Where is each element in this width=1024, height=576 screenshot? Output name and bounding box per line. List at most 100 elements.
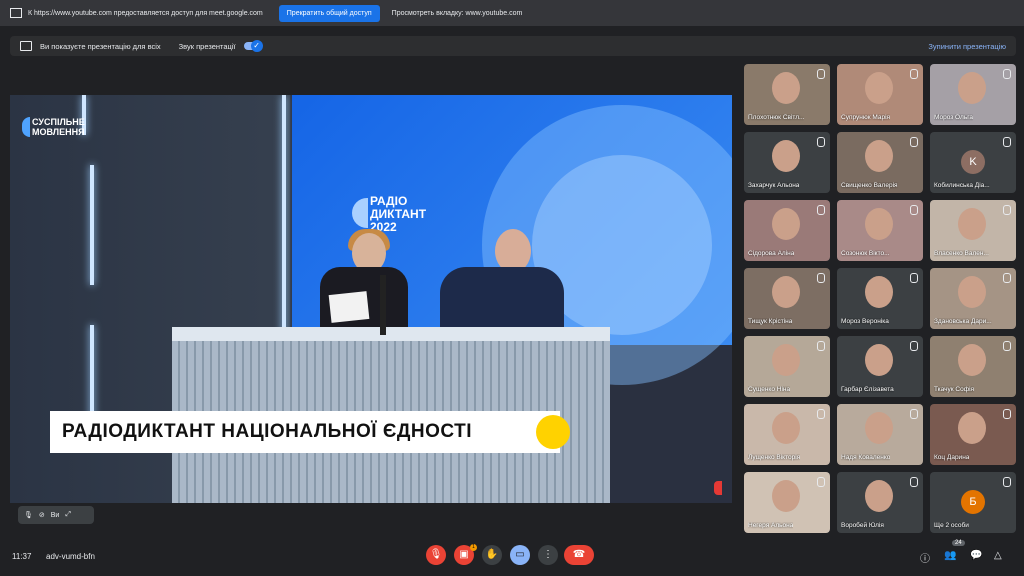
light-panel xyxy=(282,95,286,355)
participant-name: Мороз Вероніка xyxy=(841,318,889,325)
participant-name: Сідорова Аліна xyxy=(748,250,795,257)
dictation-logo: РАДІО ДИКТАНТ 2022 xyxy=(370,194,427,234)
participant-tile[interactable]: Плохотнюк Світл... xyxy=(744,64,830,125)
mic-off-icon xyxy=(910,137,918,147)
presenter-body xyxy=(440,267,564,335)
participant-name: Супрунюк Марія xyxy=(841,114,891,121)
participant-tile[interactable]: Здановська Дари... xyxy=(930,268,1016,329)
participant-video xyxy=(772,208,800,240)
audio-label: Звук презентації xyxy=(178,41,236,51)
more-options-button[interactable]: ⋮ xyxy=(538,545,558,565)
avatar: K xyxy=(961,150,985,174)
people-icon[interactable]: 👥 xyxy=(944,550,956,561)
participant-tile[interactable]: Коц Дарина xyxy=(930,404,1016,465)
people-count-badge: 24 xyxy=(952,540,965,546)
self-tile-controls: 🎙 ⊘ Ви ⤢ xyxy=(18,506,94,524)
participant-name: Коц Дарина xyxy=(934,454,970,461)
mic-off-icon xyxy=(1003,273,1011,283)
mic-off-icon xyxy=(910,341,918,351)
hand-icon: ✋ xyxy=(485,549,499,560)
presentation-stage: СУСПІЛЬНЕ МОВЛЕННЯ РАДІО ДИКТАНТ 2022 РА… xyxy=(10,95,732,503)
light-panel xyxy=(90,325,94,425)
present-icon xyxy=(20,41,32,51)
participant-video xyxy=(958,72,986,104)
mic-off-icon xyxy=(817,477,825,487)
participant-tile[interactable]: Мороз Ольга xyxy=(930,64,1016,125)
check-icon: ✓ xyxy=(250,40,263,52)
banner-text: РАДІОДИКТАНТ НАЦІОНАЛЬНОЇ ЄДНОСТІ xyxy=(62,421,473,442)
participant-tile[interactable]: Свищенко Валерія xyxy=(837,132,923,193)
participant-tile[interactable]: Сущенко Ніна xyxy=(744,336,830,397)
mic-off-icon xyxy=(910,477,918,487)
participant-video xyxy=(865,72,893,104)
tab-share-bar: К https://www.youtube.com предоставляетс… xyxy=(0,0,1024,26)
participant-tile[interactable]: Созонюк Вікто... xyxy=(837,200,923,261)
participant-name: Тищук Крістіна xyxy=(748,318,793,325)
dictation-logo-icon xyxy=(352,198,368,228)
mic-off-icon xyxy=(1003,205,1011,215)
participant-tile[interactable]: Ткачук Софія xyxy=(930,336,1016,397)
participant-video xyxy=(772,344,800,376)
mic-off-icon xyxy=(910,205,918,215)
participant-video xyxy=(958,412,986,444)
mic-off-icon xyxy=(817,137,825,147)
participant-name: Созонюк Вікто... xyxy=(841,250,890,257)
screen-share-icon xyxy=(10,8,22,18)
leave-call-button[interactable]: ☎ xyxy=(564,545,594,565)
mic-toggle-button[interactable]: 🎙 xyxy=(426,545,446,565)
participant-tile[interactable]: Мороз Вероніка xyxy=(837,268,923,329)
participant-tile[interactable]: Воробей Юлія xyxy=(837,472,923,533)
participant-video xyxy=(865,276,893,308)
mic-off-icon xyxy=(1003,341,1011,351)
light-panel xyxy=(90,165,94,285)
participant-video xyxy=(772,140,800,172)
view-tab-button[interactable]: Просмотреть вкладку: www.youtube.com xyxy=(392,10,523,17)
present-button[interactable]: ▭ xyxy=(510,545,530,565)
more-vert-icon: ⋮ xyxy=(543,549,553,560)
participant-name: Захарчук Альона xyxy=(748,182,800,189)
participant-tile[interactable]: Супрунюк Марія xyxy=(837,64,923,125)
info-icon[interactable]: ⓘ xyxy=(920,550,930,565)
activities-icon[interactable]: △ xyxy=(994,550,1002,561)
participant-tile[interactable]: K Кобилинська Діа... xyxy=(930,132,1016,193)
participant-tile[interactable]: Власенко Вален... xyxy=(930,200,1016,261)
fullscreen-icon[interactable]: ⤢ xyxy=(65,511,71,519)
brand-logo-icon xyxy=(22,117,30,137)
participant-video xyxy=(865,344,893,376)
participant-tile[interactable]: Лущенко Вікторія xyxy=(744,404,830,465)
paper-sheet xyxy=(328,291,370,323)
live-indicator xyxy=(714,481,722,495)
participant-video xyxy=(865,140,893,172)
participant-video xyxy=(772,480,800,512)
mic-off-icon xyxy=(910,69,918,79)
raise-hand-button[interactable]: ✋ xyxy=(482,545,502,565)
chat-icon[interactable]: 💬 xyxy=(970,550,982,561)
participant-tile[interactable]: Тищук Крістіна xyxy=(744,268,830,329)
stop-presentation-button[interactable]: Зупинити презентацію xyxy=(928,42,1006,51)
participant-video xyxy=(865,412,893,444)
participant-tile[interactable]: Захарчук Альона xyxy=(744,132,830,193)
mic-off-icon xyxy=(817,409,825,419)
participant-video xyxy=(772,72,800,104)
audio-toggle[interactable]: ✓ xyxy=(243,40,263,52)
participant-name: Воробей Юлія xyxy=(841,522,884,529)
phone-hangup-icon: ☎ xyxy=(572,549,586,560)
participant-tile[interactable]: Гарбар Єлізавета xyxy=(837,336,923,397)
bottom-control-bar: 11:37 adv-vumd-bfn 🎙 ▣ 1 ✋ ▭ ⋮ ☎ ⓘ 👥 24 … xyxy=(0,538,1024,576)
participant-name: Надя Коваленко xyxy=(841,454,891,461)
participant-tile[interactable]: Б Ще 2 особи xyxy=(930,472,1016,533)
mic-off-icon xyxy=(817,273,825,283)
stop-sharing-button[interactable]: Прекратить общий доступ xyxy=(278,4,380,22)
participant-tile[interactable]: Негеря Альона xyxy=(744,472,830,533)
participant-video xyxy=(772,276,800,308)
participant-tile[interactable]: Сідорова Аліна xyxy=(744,200,830,261)
camera-off-icon[interactable]: ⊘ xyxy=(39,511,45,519)
presentation-bar: Ви показуєте презентацію для всіх Звук п… xyxy=(10,36,1016,56)
participant-tile[interactable]: Надя Коваленко xyxy=(837,404,923,465)
presenting-text: Ви показуєте презентацію для всіх xyxy=(40,41,161,51)
mic-off-icon[interactable]: 🎙 xyxy=(24,511,33,519)
mic-off-icon xyxy=(910,273,918,283)
participant-name: Мороз Ольга xyxy=(934,114,974,121)
participant-video xyxy=(958,208,986,240)
notification-badge: 1 xyxy=(470,544,477,551)
